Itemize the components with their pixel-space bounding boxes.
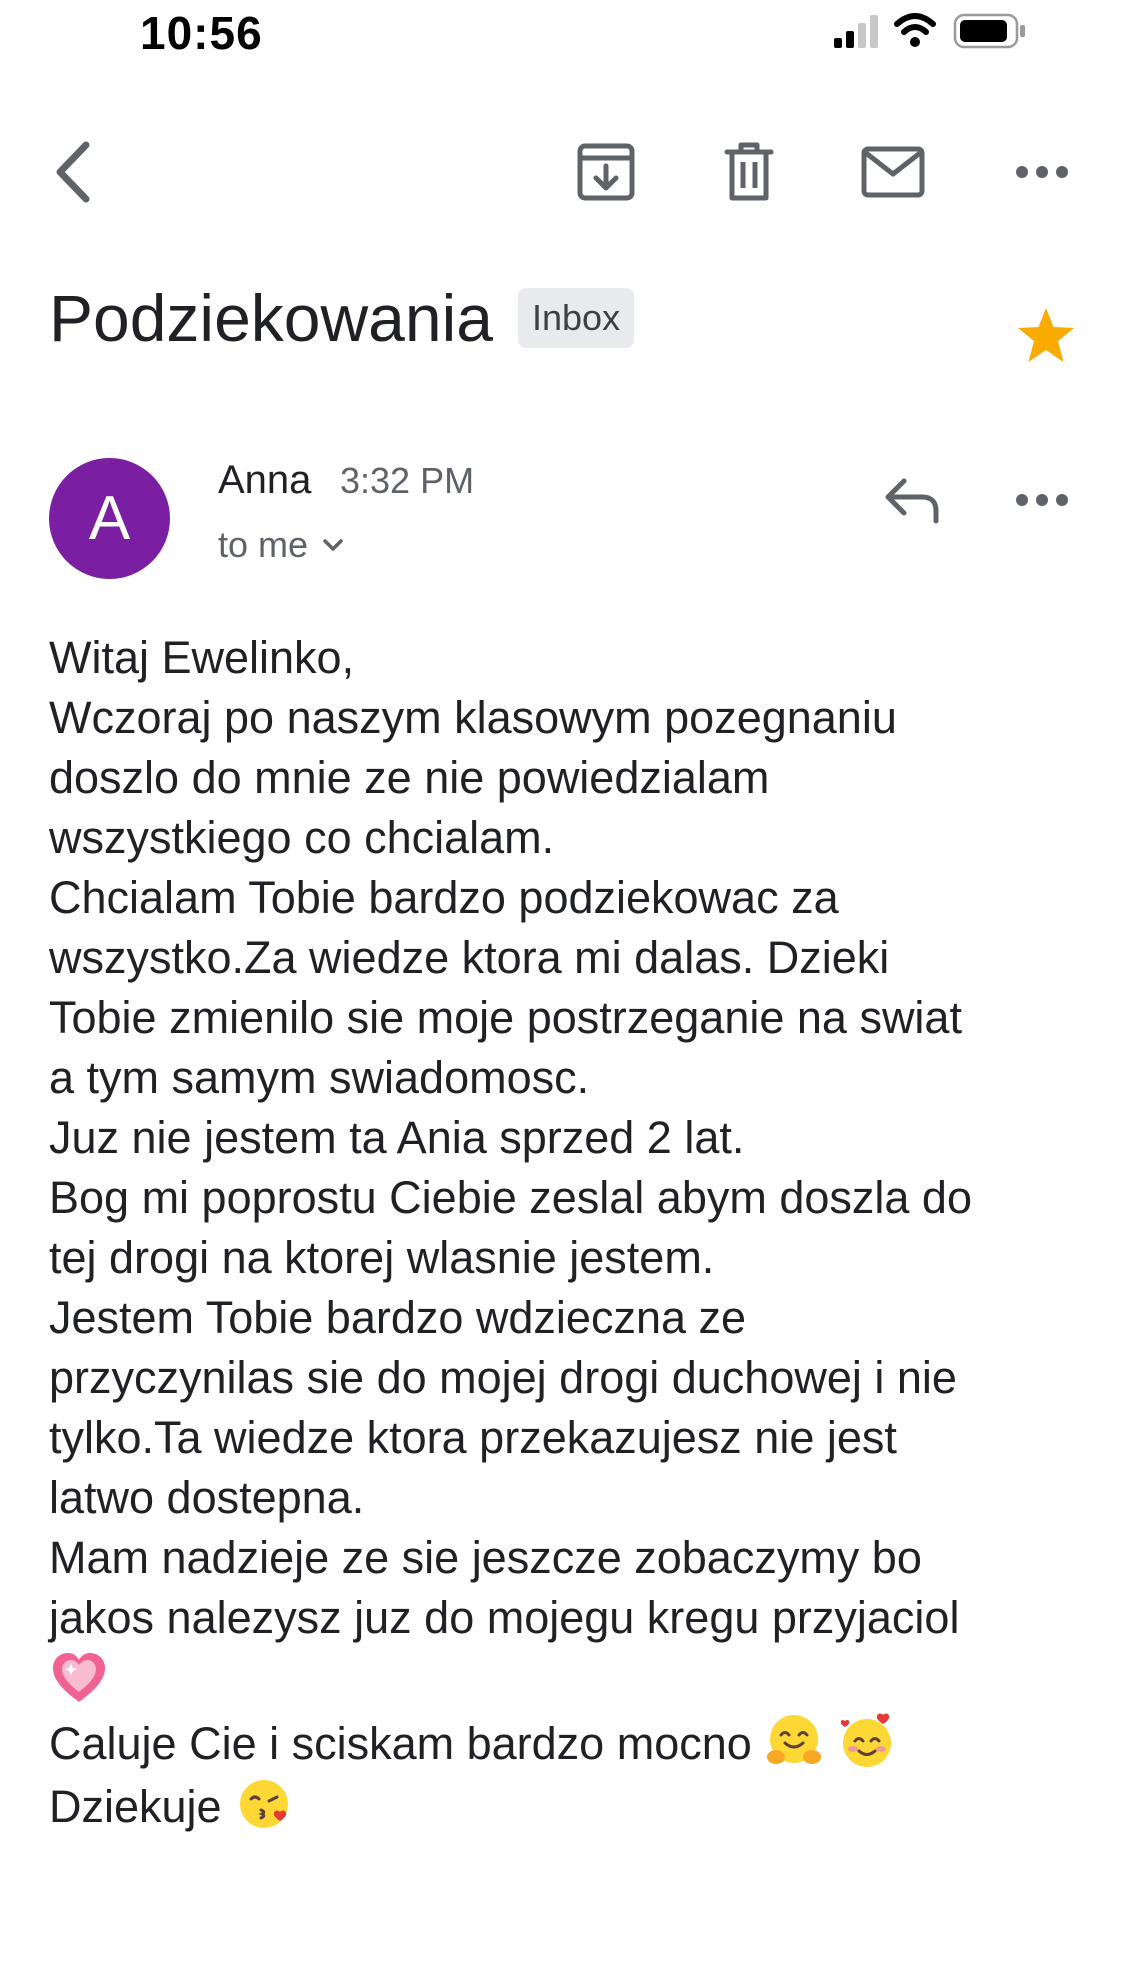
archive-icon bbox=[577, 143, 635, 201]
body-line: tylko.Ta wiedze ktora przekazujesz nie j… bbox=[49, 1412, 897, 1463]
delete-button[interactable] bbox=[709, 132, 789, 212]
signoff-text: Dziekuje bbox=[49, 1781, 222, 1832]
archive-button[interactable] bbox=[566, 132, 646, 212]
body-line: a tym samym swiadomosc. bbox=[49, 1052, 590, 1103]
body-line: Witaj Ewelinko, bbox=[49, 632, 355, 683]
body-line: Wczoraj po naszym klasowym pozegnaniu bbox=[49, 692, 897, 743]
body-line: jakos nalezysz juz do mojegu kregu przyj… bbox=[49, 1592, 960, 1643]
recipient-details-toggle[interactable]: to me bbox=[218, 524, 344, 566]
wifi-icon bbox=[894, 13, 936, 47]
body-line: Chcialam Tobie bardzo podziekowac za bbox=[49, 872, 839, 923]
mark-unread-button[interactable] bbox=[853, 132, 933, 212]
chevron-down-icon bbox=[323, 539, 343, 551]
recipient-label: to me bbox=[218, 524, 309, 565]
trash-icon bbox=[724, 142, 774, 201]
sparkling-heart-emoji bbox=[53, 1653, 105, 1702]
back-button[interactable] bbox=[32, 132, 112, 212]
smiling-face-with-hearts-emoji bbox=[840, 1713, 891, 1767]
more-options-icon bbox=[1016, 166, 1068, 178]
status-icons bbox=[834, 12, 1034, 52]
body-line: przyczynilas sie do mojej drogi duchowej… bbox=[49, 1352, 957, 1403]
more-options-button[interactable] bbox=[1002, 132, 1082, 212]
avatar[interactable]: A bbox=[49, 458, 170, 579]
toolbar bbox=[0, 120, 1125, 220]
status-time: 10:56 bbox=[140, 7, 263, 59]
body-line: Bog mi poprostu Ciebie zeslal abym doszl… bbox=[49, 1172, 972, 1223]
body-line: Tobie zmienilo sie moje postrzeganie na … bbox=[49, 992, 962, 1043]
reply-icon bbox=[885, 478, 939, 524]
sent-time: 3:32 PM bbox=[340, 460, 475, 501]
star-button[interactable] bbox=[1006, 296, 1086, 376]
hugging-face-emoji bbox=[767, 1715, 822, 1764]
body-line: Juz nie jestem ta Ania sprzed 2 lat. bbox=[49, 1112, 745, 1163]
closing-text: Caluje Cie i sciskam bardzo mocno bbox=[49, 1718, 752, 1769]
body-line: doszlo do mnie ze nie powiedzialam bbox=[49, 752, 770, 803]
more-options-icon bbox=[1016, 494, 1068, 506]
closing-line: Dziekuje bbox=[49, 1774, 1089, 1837]
closing-line: Caluje Cie i sciskam bardzo mocno bbox=[49, 1711, 1089, 1774]
sender-name[interactable]: Anna bbox=[218, 458, 311, 503]
face-blowing-kiss-emoji bbox=[240, 1780, 289, 1828]
inbox-label-badge[interactable]: Inbox bbox=[518, 288, 635, 348]
body-line: Mam nadzieje ze sie jeszcze zobaczymy bo bbox=[49, 1532, 922, 1583]
email-subject: Podziekowania bbox=[49, 281, 493, 355]
cellular-signal-icon bbox=[834, 15, 878, 48]
emoji-line bbox=[49, 1648, 1089, 1711]
body-line: tej drogi na ktorej wlasnie jestem. bbox=[49, 1232, 715, 1283]
body-line: wszystko.Za wiedze ktora mi dalas. Dziek… bbox=[49, 932, 890, 983]
mark-unread-mail-icon bbox=[861, 146, 925, 198]
status-bar: 10:56 bbox=[0, 0, 1125, 66]
body-line: wszystkiego co chcialam. bbox=[49, 812, 555, 863]
reply-button[interactable] bbox=[872, 460, 952, 540]
body-line: Jestem Tobie bardzo wdzieczna ze bbox=[49, 1292, 747, 1343]
email-body: Witaj Ewelinko, Wczoraj po naszym klasow… bbox=[49, 628, 1089, 1837]
sender-row: A Anna 3:32 PM to me bbox=[0, 450, 1125, 590]
message-more-options-button[interactable] bbox=[1002, 460, 1082, 540]
battery-icon bbox=[953, 13, 1025, 49]
subject-row: Podziekowania Inbox bbox=[0, 270, 1125, 380]
body-line: latwo dostepna. bbox=[49, 1472, 365, 1523]
back-arrow-icon bbox=[56, 141, 90, 203]
star-icon bbox=[1018, 308, 1074, 362]
